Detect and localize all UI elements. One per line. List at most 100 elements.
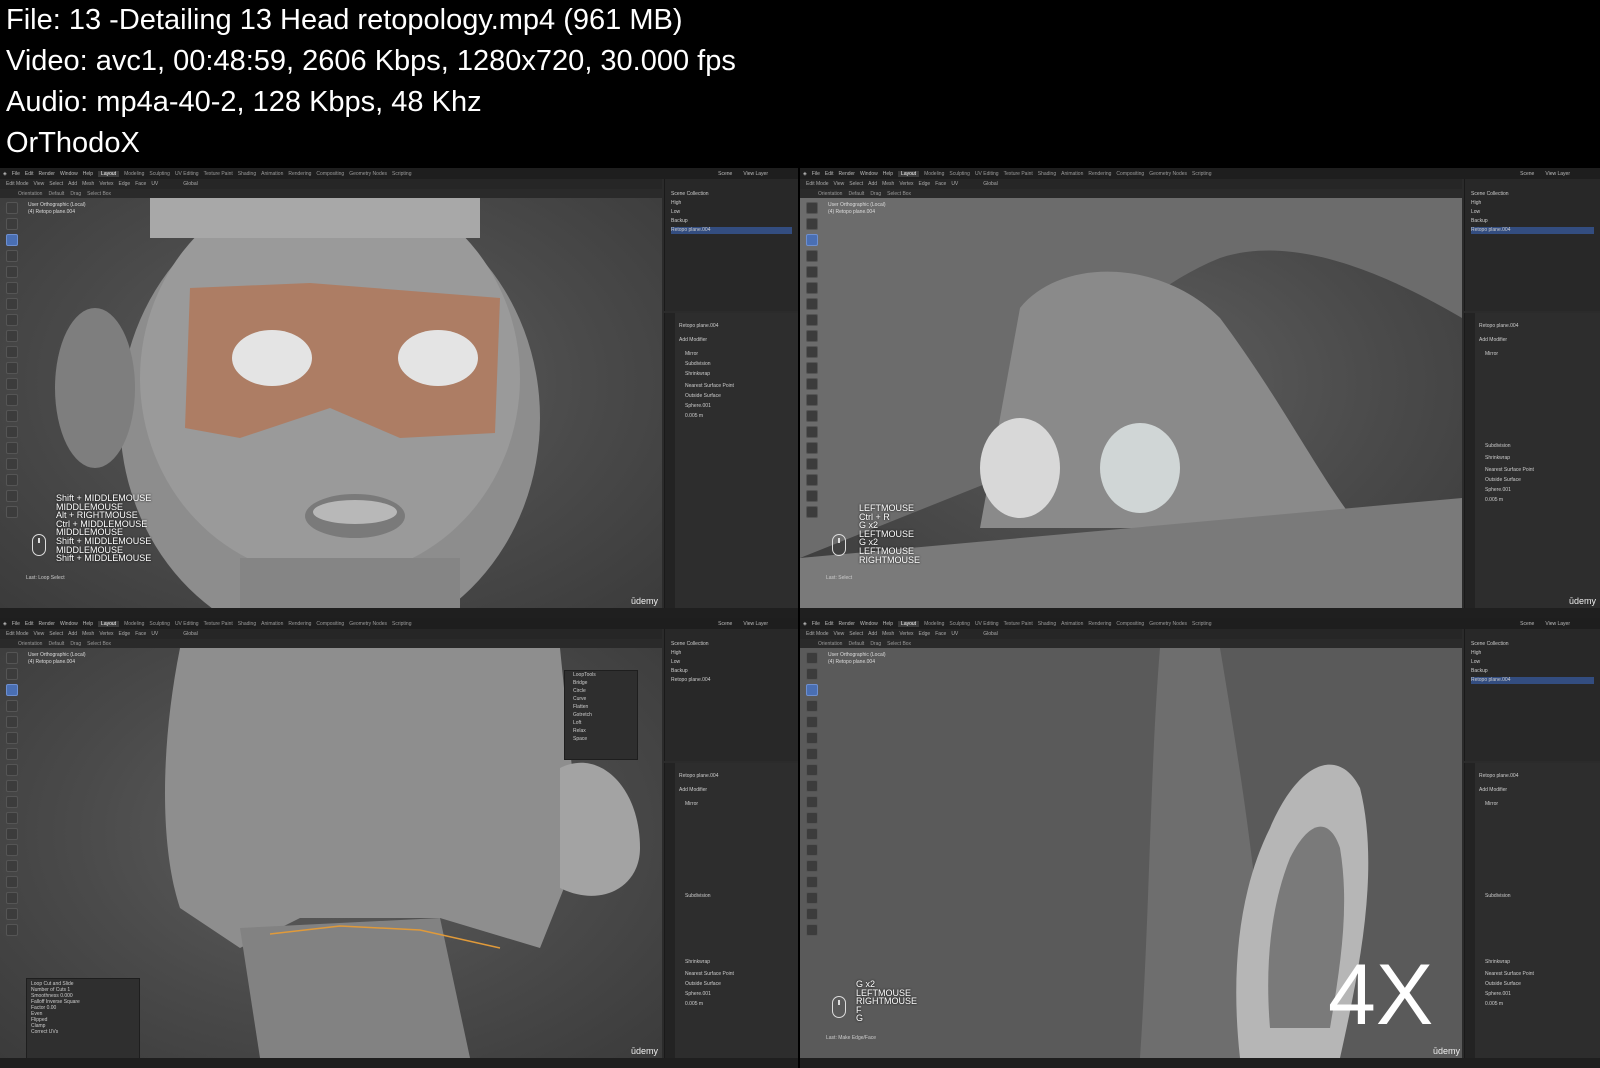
- looptools-bridge[interactable]: Bridge: [565, 679, 637, 687]
- factor-value[interactable]: 0.00: [47, 1005, 57, 1011]
- menu-render[interactable]: Render: [39, 621, 55, 627]
- rip-tool-icon[interactable]: [6, 506, 18, 518]
- modifier-shrinkwrap[interactable]: Shrinkwrap: [685, 959, 792, 966]
- extrude-tool-icon[interactable]: [806, 780, 818, 792]
- inset-tool-icon[interactable]: [806, 796, 818, 808]
- inset-tool-icon[interactable]: [6, 346, 18, 358]
- annotate-tool-icon[interactable]: [806, 298, 818, 310]
- menu-edit[interactable]: Edit: [25, 171, 34, 177]
- smooth-tool-icon[interactable]: [806, 892, 818, 904]
- tab-compositing[interactable]: Compositing: [316, 171, 344, 177]
- tab-shading[interactable]: Shading: [238, 621, 256, 627]
- scene-selector[interactable]: Scene: [1520, 171, 1540, 177]
- properties-tabs[interactable]: [1465, 763, 1475, 1058]
- offset-value[interactable]: 0.005 m: [1485, 1001, 1594, 1008]
- transform-tool-icon[interactable]: [6, 732, 18, 744]
- offset-value[interactable]: 0.005 m: [685, 1001, 792, 1008]
- menu-view[interactable]: View: [34, 631, 45, 637]
- menu-uv[interactable]: UV: [151, 631, 158, 637]
- menu-face[interactable]: Face: [135, 181, 146, 187]
- transform-orientation[interactable]: Global: [983, 631, 997, 637]
- outliner-retopo-plane[interactable]: Retopo plane.004: [1471, 227, 1594, 234]
- mode-selector[interactable]: Edit Mode: [806, 631, 829, 637]
- shear-tool-icon[interactable]: [806, 490, 818, 502]
- select-box[interactable]: Select Box: [887, 641, 911, 647]
- extrude-tool-icon[interactable]: [6, 330, 18, 342]
- menu-view[interactable]: View: [834, 181, 845, 187]
- smooth-tool-icon[interactable]: [6, 442, 18, 454]
- scene-selector[interactable]: Scene: [1520, 621, 1540, 627]
- rip-tool-icon[interactable]: [806, 506, 818, 518]
- tab-scripting[interactable]: Scripting: [1192, 621, 1211, 627]
- menu-edge[interactable]: Edge: [919, 181, 931, 187]
- poly-build-tool-icon[interactable]: [806, 410, 818, 422]
- edge-slide-tool-icon[interactable]: [6, 908, 18, 920]
- properties-editor[interactable]: Retopo plane.004 Add Modifier Mirror Sub…: [664, 313, 798, 608]
- tab-sculpting[interactable]: Sculpting: [949, 621, 970, 627]
- annotate-tool-icon[interactable]: [6, 298, 18, 310]
- tab-texture-paint[interactable]: Texture Paint: [204, 171, 233, 177]
- menu-window[interactable]: Window: [60, 171, 78, 177]
- select-box[interactable]: Select Box: [87, 191, 111, 197]
- scale-tool-icon[interactable]: [6, 716, 18, 728]
- move-tool-icon[interactable]: [6, 684, 18, 696]
- loop-cut-tool-icon[interactable]: [6, 828, 18, 840]
- measure-tool-icon[interactable]: [6, 764, 18, 776]
- menu-edge[interactable]: Edge: [119, 181, 131, 187]
- transform-tool-icon[interactable]: [806, 282, 818, 294]
- outliner-scene-collection[interactable]: Scene Collection: [1471, 191, 1594, 198]
- outliner-high[interactable]: High: [1471, 200, 1594, 207]
- menu-face[interactable]: Face: [135, 631, 146, 637]
- menu-edit[interactable]: Edit: [825, 621, 834, 627]
- tab-geometry-nodes[interactable]: Geometry Nodes: [1149, 171, 1187, 177]
- tab-shading[interactable]: Shading: [238, 171, 256, 177]
- bevel-tool-icon[interactable]: [6, 362, 18, 374]
- tab-uv-editing[interactable]: UV Editing: [975, 171, 999, 177]
- loop-cut-tool-icon[interactable]: [6, 378, 18, 390]
- annotate-tool-icon[interactable]: [806, 748, 818, 760]
- edge-slide-tool-icon[interactable]: [806, 458, 818, 470]
- modifier-mirror[interactable]: Mirror: [1485, 801, 1594, 808]
- outliner-low[interactable]: Low: [671, 209, 792, 216]
- menu-face[interactable]: Face: [935, 631, 946, 637]
- cursor-tool-icon[interactable]: [6, 668, 18, 680]
- menu-render[interactable]: Render: [839, 171, 855, 177]
- transform-orientation[interactable]: Global: [183, 181, 197, 187]
- bevel-tool-icon[interactable]: [6, 812, 18, 824]
- menu-vertex[interactable]: Vertex: [899, 631, 913, 637]
- menu-help[interactable]: Help: [883, 171, 893, 177]
- modifier-shrinkwrap[interactable]: Shrinkwrap: [1485, 959, 1594, 966]
- offset-value[interactable]: 0.005 m: [685, 413, 792, 420]
- tab-layout[interactable]: Layout: [98, 620, 120, 627]
- modifier-shrinkwrap[interactable]: Shrinkwrap: [1485, 455, 1594, 462]
- tab-modeling[interactable]: Modeling: [924, 171, 944, 177]
- edge-slide-tool-icon[interactable]: [6, 458, 18, 470]
- rotate-tool-icon[interactable]: [6, 700, 18, 712]
- mode-selector[interactable]: Edit Mode: [6, 181, 29, 187]
- outliner-low[interactable]: Low: [1471, 659, 1594, 666]
- snap-mode[interactable]: Outside Surface: [1485, 981, 1594, 988]
- loop-cut-tool-icon[interactable]: [806, 828, 818, 840]
- menu-file[interactable]: File: [812, 171, 820, 177]
- menu-help[interactable]: Help: [83, 621, 93, 627]
- shrink-tool-icon[interactable]: [806, 924, 818, 936]
- menu-mesh[interactable]: Mesh: [82, 181, 94, 187]
- scene-selector[interactable]: Scene: [718, 621, 738, 627]
- inset-tool-icon[interactable]: [806, 346, 818, 358]
- edge-slide-tool-icon[interactable]: [806, 908, 818, 920]
- tab-scripting[interactable]: Scripting: [392, 621, 411, 627]
- tab-sculpting[interactable]: Sculpting: [149, 621, 170, 627]
- tab-animation[interactable]: Animation: [1061, 621, 1083, 627]
- tab-uv-editing[interactable]: UV Editing: [175, 171, 199, 177]
- modifier-mirror[interactable]: Mirror: [685, 801, 792, 808]
- poly-build-tool-icon[interactable]: [6, 410, 18, 422]
- snap-mode[interactable]: Outside Surface: [685, 981, 792, 988]
- poly-build-tool-icon[interactable]: [806, 860, 818, 872]
- menu-mesh[interactable]: Mesh: [882, 631, 894, 637]
- looptools-gstretch[interactable]: Gstretch: [565, 711, 637, 719]
- looptools-flatten[interactable]: Flatten: [565, 703, 637, 711]
- tab-uv-editing[interactable]: UV Editing: [175, 621, 199, 627]
- tab-shading[interactable]: Shading: [1038, 621, 1056, 627]
- orientation-value[interactable]: Default: [848, 191, 864, 197]
- smooth-tool-icon[interactable]: [806, 442, 818, 454]
